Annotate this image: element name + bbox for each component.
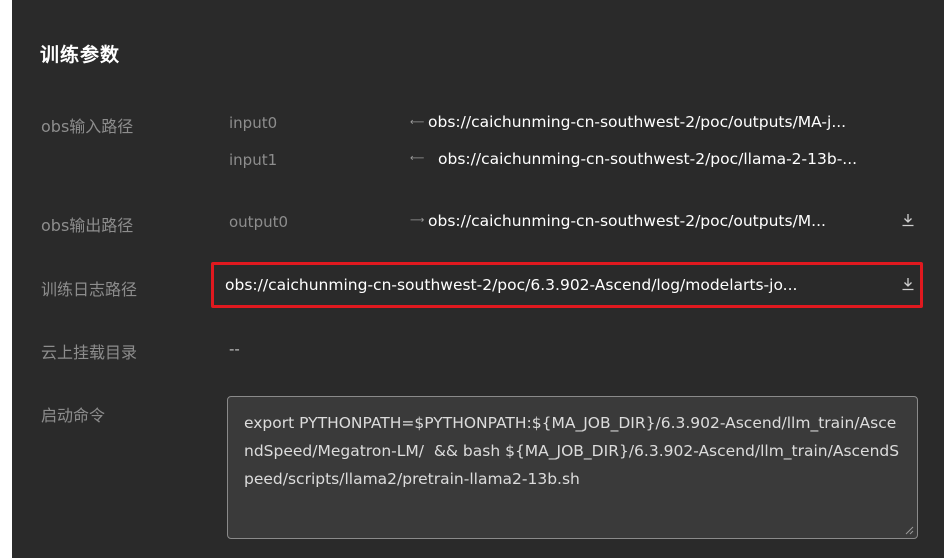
arrow-right-icon: ⟶ (410, 215, 425, 226)
training-params-panel: 训练参数 obs输入路径 input0 ⟵ obs://caichunming-… (12, 0, 944, 558)
input0-name: input0 (229, 114, 278, 132)
output0-path[interactable]: obs://caichunming-cn-southwest-2/poc/out… (428, 212, 893, 230)
input1-name: input1 (229, 151, 278, 169)
start-command-textarea[interactable]: export PYTHONPATH=$PYTHONPATH:${MA_JOB_D… (227, 396, 918, 539)
train-log-label: 训练日志路径 (41, 280, 138, 299)
section-title: 训练参数 (40, 44, 121, 66)
obs-input-label: obs输入路径 (41, 117, 134, 136)
start-command-text: export PYTHONPATH=$PYTHONPATH:${MA_JOB_D… (244, 414, 900, 488)
cloud-mount-value: -- (229, 340, 240, 358)
cloud-mount-label: 云上挂载目录 (41, 343, 138, 362)
obs-output-label: obs输出路径 (41, 216, 134, 235)
arrow-left-icon: ⟵ (410, 117, 425, 128)
download-icon[interactable] (901, 213, 915, 227)
output0-name: output0 (229, 213, 289, 231)
train-log-path[interactable]: obs://caichunming-cn-southwest-2/poc/6.3… (225, 276, 893, 294)
download-icon[interactable] (901, 277, 915, 291)
resize-handle-icon[interactable] (905, 526, 914, 535)
arrow-left-icon: ⟵ (410, 153, 425, 164)
input1-path[interactable]: obs://caichunming-cn-southwest-2/poc/lla… (438, 150, 923, 168)
input0-path[interactable]: obs://caichunming-cn-southwest-2/poc/out… (428, 113, 923, 131)
start-command-label: 启动命令 (41, 406, 106, 425)
